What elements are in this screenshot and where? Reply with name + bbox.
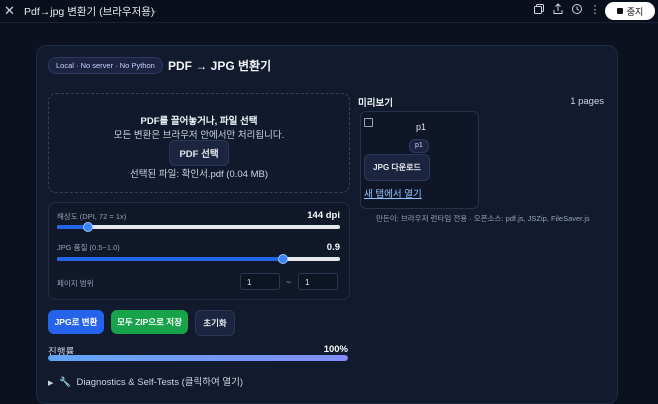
quality-value: 0.9 xyxy=(326,242,340,253)
local-badge: Local · No server · No Python xyxy=(48,57,163,74)
preview-title: 미리보기 xyxy=(358,98,393,109)
quality-slider-fill xyxy=(57,257,284,261)
close-icon[interactable]: ✕ xyxy=(4,3,15,19)
page-range-separator: ~ xyxy=(286,277,292,287)
resolution-label: 해상도 (DPI, 72 = 1x) xyxy=(57,212,127,221)
dropzone-title: PDF를 끌어놓거나, 파일 선택 xyxy=(140,116,258,127)
disclosure-arrow-icon: ▶ xyxy=(48,380,54,387)
share-icon[interactable] xyxy=(551,3,565,17)
progress-percent: 100% xyxy=(323,344,348,355)
wrench-icon: 🔧 xyxy=(59,377,71,388)
window-title: Pdf→jpg 변환기 (브라우저용) xyxy=(24,6,155,18)
page-range-label: 페이지 범위 xyxy=(57,279,94,288)
selected-file-text: 선택된 파일: 확인서.pdf (0.04 MB) xyxy=(129,169,269,180)
select-pdf-button[interactable]: PDF 선택 xyxy=(169,140,229,166)
preview-page-count: 1 pages xyxy=(570,96,604,107)
quality-label: JPG 품질 (0.5~1.0) xyxy=(57,243,120,252)
more-icon[interactable]: ⋮ xyxy=(588,3,602,17)
page-to-input[interactable]: 1 xyxy=(298,273,338,290)
save-zip-button[interactable]: 모두 ZIP으로 저장 xyxy=(111,310,188,334)
reset-button[interactable]: 초기화 xyxy=(195,310,235,336)
quality-slider[interactable] xyxy=(57,254,340,264)
diagnostics-toggle[interactable]: ▶ 🔧 Diagnostics & Self-Tests (클릭하여 열기) xyxy=(48,374,243,388)
preview-image-alt: p1 xyxy=(416,122,427,132)
dropzone-subtitle: 모든 변환은 브라우저 안에서만 처리됩니다. xyxy=(113,130,285,141)
stop-label: 중지 xyxy=(626,6,644,17)
copy-icon[interactable] xyxy=(532,3,546,17)
stop-icon xyxy=(616,8,623,14)
stop-button[interactable]: 중지 xyxy=(605,2,655,20)
history-icon[interactable] xyxy=(570,3,584,17)
page-title: PDF → JPG 변환기 xyxy=(168,59,272,73)
credits-text: 만든이: 브라우저 런타임 전용 · 오픈소스: pdf.js, JSZip, … xyxy=(376,214,590,223)
page-from-input[interactable]: 1 xyxy=(240,273,280,290)
download-jpg-button[interactable]: JPG 다운로드 xyxy=(364,154,430,181)
chevron-down-icon[interactable]: ⌄ xyxy=(150,5,158,16)
open-new-tab-link[interactable]: 새 탭에서 열기 xyxy=(364,186,422,200)
progress-bar xyxy=(48,355,348,361)
broken-image-icon xyxy=(364,118,373,127)
resolution-slider[interactable] xyxy=(57,222,340,232)
progress-bar-fill xyxy=(48,355,348,361)
resolution-value: 144 dpi xyxy=(307,210,340,221)
page-badge: p1 xyxy=(409,139,429,153)
convert-jpg-button[interactable]: JPG로 변환 xyxy=(48,310,104,334)
diagnostics-label: Diagnostics & Self-Tests (클릭하여 열기) xyxy=(76,377,243,388)
